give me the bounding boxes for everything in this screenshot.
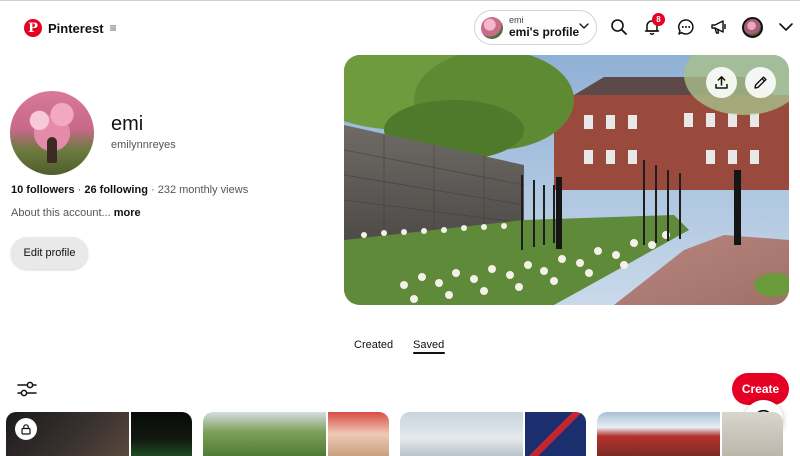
filter-icon[interactable] xyxy=(17,380,37,398)
avatar-figure xyxy=(47,137,57,163)
edit-cover-button[interactable] xyxy=(745,67,776,98)
chevron-down-icon xyxy=(579,23,589,29)
board-cover-image xyxy=(597,412,720,456)
profile-stats: 10 followers · 26 following · 232 monthl… xyxy=(11,184,248,196)
profile-switcher-text: emi emi's profile xyxy=(509,16,579,38)
avatar[interactable] xyxy=(742,17,763,38)
upload-icon xyxy=(715,76,728,89)
following-count[interactable]: 26 following xyxy=(84,184,148,196)
board-side-image xyxy=(328,412,389,456)
profile-switcher-label: emi's profile xyxy=(509,24,580,39)
board-side-image xyxy=(131,412,192,456)
tab-created[interactable]: Created xyxy=(354,339,393,351)
pinterest-logo-icon[interactable]: P xyxy=(24,19,42,37)
tab-selected-indicator xyxy=(413,352,445,354)
board-side-image xyxy=(722,412,783,456)
chevron-down-icon[interactable] xyxy=(775,16,797,38)
profile-name: emi xyxy=(111,113,144,135)
stats-separator: · xyxy=(147,184,158,196)
board-side-image xyxy=(525,412,586,456)
about-more-link[interactable]: more xyxy=(114,207,141,219)
megaphone-icon[interactable] xyxy=(708,16,730,38)
board-cover-image xyxy=(203,412,326,456)
board-card[interactable] xyxy=(400,412,586,456)
search-icon[interactable] xyxy=(608,16,630,38)
about-text: About this account... xyxy=(11,207,111,219)
profile-switcher-button[interactable]: emi emi's profile xyxy=(474,10,597,45)
tab-saved[interactable]: Saved xyxy=(413,339,444,351)
brand-name[interactable]: Pinterest xyxy=(48,21,104,36)
profile-avatar xyxy=(10,91,94,175)
board-card[interactable] xyxy=(6,412,192,456)
profile-handle: emilynnreyes xyxy=(111,139,176,151)
followers-count[interactable]: 10 followers xyxy=(11,184,75,196)
brand[interactable]: P Pinterest ≡ xyxy=(24,18,117,38)
window-top-border xyxy=(0,0,800,1)
about-account: About this account... more xyxy=(11,207,141,219)
stats-separator: · xyxy=(74,184,85,196)
board-card[interactable] xyxy=(203,412,389,456)
board-card[interactable] xyxy=(597,412,783,456)
menu-icon[interactable]: ≡ xyxy=(110,21,117,35)
lock-icon xyxy=(15,418,37,440)
pencil-icon xyxy=(754,76,767,89)
chat-icon[interactable] xyxy=(675,16,697,38)
share-cover-button[interactable] xyxy=(706,67,737,98)
notification-badge: 8 xyxy=(652,13,665,26)
avatar xyxy=(481,16,503,39)
monthly-views: 232 monthly views xyxy=(157,184,249,196)
edit-profile-button[interactable]: Edit profile xyxy=(11,237,88,269)
board-cover-image xyxy=(400,412,523,456)
